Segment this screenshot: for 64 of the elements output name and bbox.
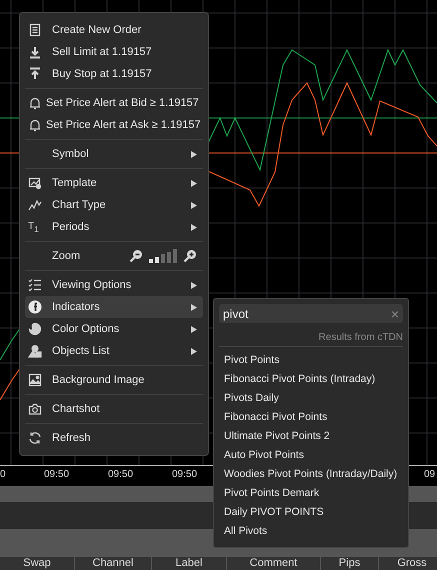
menu-item[interactable]: Objects List — [25, 340, 203, 362]
menu-item[interactable]: Chart Type — [25, 194, 203, 216]
menu-item[interactable]: Zoom — [25, 245, 203, 267]
submenu-arrow-icon — [191, 282, 197, 288]
indicator-result-item[interactable]: Ultimate Pivot Points 2 — [219, 427, 403, 446]
menu-item[interactable]: Background Image — [25, 369, 203, 391]
bell-icon — [28, 96, 42, 110]
indicator-result-item[interactable]: Pivot Points — [219, 351, 403, 370]
time-label: 09 — [424, 469, 436, 480]
arrow-up-icon — [28, 67, 42, 81]
template-icon — [28, 176, 42, 190]
submenu-arrow-icon — [191, 150, 197, 158]
indicator-result-item[interactable]: Pivots Daily — [219, 389, 403, 408]
time-label: 0 — [0, 469, 6, 480]
indicator-result-item[interactable]: Woodies Pivot Points (Intraday/Daily) — [219, 465, 403, 484]
menu-item[interactable]: Symbol — [25, 143, 203, 165]
menu-item[interactable]: Indicators — [25, 296, 203, 318]
shapes-icon — [28, 344, 42, 358]
image-icon — [28, 373, 42, 387]
menu-item[interactable]: Viewing Options — [25, 274, 203, 296]
submenu-arrow-icon — [191, 202, 197, 208]
line-chart-icon — [28, 198, 42, 212]
document-icon — [28, 23, 42, 37]
camera-icon — [28, 402, 42, 416]
indicator-result-item[interactable]: Auto Pivot Points — [219, 446, 403, 465]
zoom-out-icon[interactable] — [129, 249, 143, 263]
submenu-arrow-icon — [191, 304, 197, 310]
column-header[interactable]: Swap — [0, 557, 75, 570]
checklist-icon — [28, 278, 42, 292]
indicator-icon — [28, 300, 42, 314]
bell-icon — [28, 118, 42, 132]
search-field[interactable]: pivot × — [219, 304, 403, 323]
menu-item[interactable]: Sell Limit at 1.19157 — [25, 41, 203, 63]
palette-icon — [28, 322, 42, 336]
menu-item[interactable]: T$_{1}$ Periods — [25, 216, 203, 238]
time-label: 09:50 — [44, 469, 70, 480]
time-label: 09:50 — [172, 469, 198, 480]
time-label: 09:50 — [108, 469, 134, 480]
submenu-arrow-icon — [191, 326, 197, 332]
column-header[interactable]: Channel — [75, 557, 152, 570]
results-source-label: Results from cTDN — [318, 332, 403, 343]
indicator-result-item[interactable]: Fibonacci Pivot Points (Intraday) — [219, 370, 403, 389]
menu-item[interactable]: Set Price Alert at Ask ≥ 1.19157 — [25, 114, 203, 136]
refresh-icon — [28, 431, 42, 445]
menu-item[interactable]: Buy Stop at 1.19157 — [25, 63, 203, 85]
zoom-in-icon[interactable] — [183, 249, 197, 263]
submenu-arrow-icon — [191, 224, 197, 230]
submenu-arrow-icon — [191, 180, 197, 186]
arrow-down-icon — [28, 45, 42, 59]
menu-item[interactable]: Create New Order — [25, 19, 203, 41]
indicator-result-item[interactable]: Fibonacci Pivot Points — [219, 408, 403, 427]
column-header[interactable]: Label — [152, 557, 227, 570]
indicator-result-item[interactable]: All Pivots — [219, 522, 403, 541]
column-header[interactable]: Pips — [321, 557, 379, 570]
menu-item[interactable]: Set Price Alert at Bid ≥ 1.19157 — [25, 92, 203, 114]
menu-item[interactable]: Refresh — [25, 427, 203, 449]
column-header[interactable]: Comment — [227, 557, 321, 570]
menu-item[interactable]: Template — [25, 172, 203, 194]
column-header[interactable]: Gross — [379, 557, 437, 570]
menu-item[interactable]: Color Options — [25, 318, 203, 340]
menu-item[interactable]: Chartshot — [25, 398, 203, 420]
submenu-arrow-icon — [191, 348, 197, 354]
period-icon: T$_{1}$ — [28, 220, 39, 234]
zoom-level-meter — [149, 249, 177, 263]
